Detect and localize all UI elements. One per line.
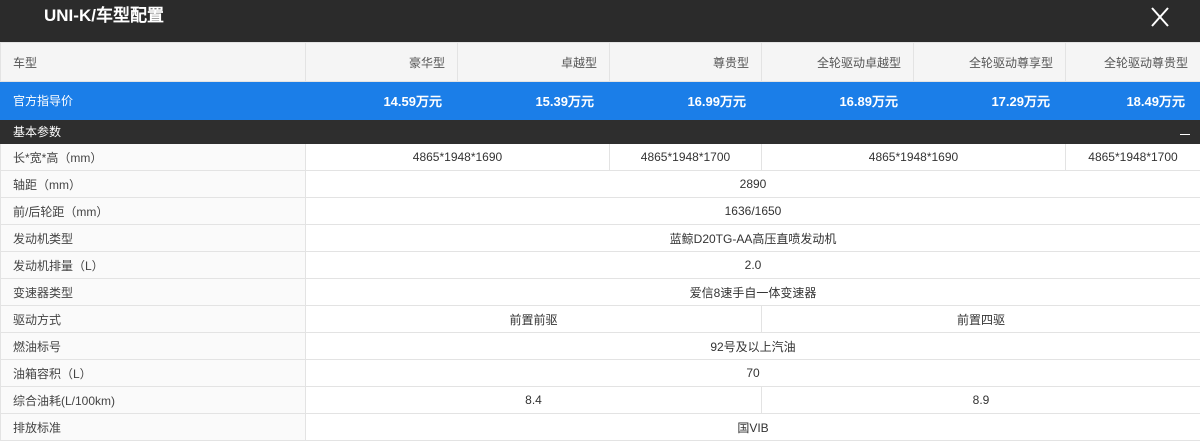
row-value-cell: 4865*1948*1700 — [609, 143, 762, 171]
price-cell: 16.89万元 — [761, 81, 914, 120]
row-label: 长*宽*高（mm） — [0, 143, 306, 171]
price-cell: 17.29万元 — [913, 81, 1066, 120]
row-label: 变速器类型 — [0, 278, 306, 306]
price-cell: 18.49万元 — [1065, 81, 1200, 120]
row-value-cell: 前置前驱 — [305, 305, 762, 333]
row-label: 发动机类型 — [0, 224, 306, 252]
price-label: 官方指导价 — [0, 81, 306, 120]
table-row: 长*宽*高（mm） 4865*1948*1690 4865*1948*1700 486… — [0, 143, 1200, 171]
row-value-cell: 1636/1650 — [305, 197, 1200, 225]
table-row: 轴距（mm） 2890 — [0, 170, 1200, 198]
trim-header-cell: 卓越型 — [457, 42, 610, 82]
trim-header-cell: 全轮驱动尊贵型 — [1065, 42, 1200, 82]
row-value-cell: 92号及以上汽油 — [305, 332, 1200, 360]
price-cell: 16.99万元 — [609, 81, 762, 120]
trim-header-cell: 全轮驱动卓越型 — [761, 42, 914, 82]
table-row: 燃油标号 92号及以上汽油 — [0, 332, 1200, 360]
row-label: 油箱容积（L） — [0, 359, 306, 387]
row-value-cell: 2890 — [305, 170, 1200, 198]
table-row: 驱动方式 前置前驱 前置四驱 — [0, 305, 1200, 333]
collapse-icon[interactable] — [1180, 134, 1190, 135]
table-row: 变速器类型 爱信8速手自一体变速器 — [0, 278, 1200, 306]
header-label: 车型 — [0, 42, 306, 82]
row-value-cell: 国VIB — [305, 413, 1200, 441]
row-value-cell: 蓝鲸D20TG-AA高压直喷发动机 — [305, 224, 1200, 252]
section-title: 基本参数 — [13, 125, 62, 139]
table-row: 综合油耗(L/100km) 8.4 8.9 — [0, 386, 1200, 414]
row-value-cell: 4865*1948*1690 — [305, 143, 610, 171]
row-label: 综合油耗(L/100km) — [0, 386, 306, 414]
page-title: UNI-K/车型配置 — [44, 6, 164, 25]
table-row: 发动机类型 蓝鲸D20TG-AA高压直喷发动机 — [0, 224, 1200, 252]
price-cell: 14.59万元 — [305, 81, 458, 120]
row-label: 驱动方式 — [0, 305, 306, 333]
section-basic-params: 基本参数 — [0, 119, 1200, 144]
spec-table: 车型 豪华型 卓越型 尊贵型 全轮驱动卓越型 全轮驱动尊享型 全轮驱动尊贵型 官方指导价 … — [0, 42, 1200, 441]
row-label: 发动机排量（L） — [0, 251, 306, 279]
price-row: 官方指导价 14.59万元 15.39万元 16.99万元 16.89万元 17.29万… — [0, 81, 1200, 120]
row-label: 轴距（mm） — [0, 170, 306, 198]
trim-header-cell: 全轮驱动尊享型 — [913, 42, 1066, 82]
price-cell: 15.39万元 — [457, 81, 610, 120]
table-row: 前/后轮距（mm） 1636/1650 — [0, 197, 1200, 225]
row-value-cell: 4865*1948*1690 — [761, 143, 1066, 171]
close-icon[interactable] — [1146, 4, 1174, 30]
title-bar: UNI-K/车型配置 — [0, 0, 1200, 42]
row-value-cell: 4865*1948*1700 — [1065, 143, 1200, 171]
row-label: 前/后轮距（mm） — [0, 197, 306, 225]
row-value-cell: 2.0 — [305, 251, 1200, 279]
table-row: 发动机排量（L） 2.0 — [0, 251, 1200, 279]
row-value-cell: 8.9 — [761, 386, 1200, 414]
table-row: 排放标准 国VIB — [0, 413, 1200, 441]
trim-header-cell: 尊贵型 — [609, 42, 762, 82]
trim-header-row: 车型 豪华型 卓越型 尊贵型 全轮驱动卓越型 全轮驱动尊享型 全轮驱动尊贵型 — [0, 42, 1200, 82]
row-value-cell: 70 — [305, 359, 1200, 387]
table-row: 油箱容积（L） 70 — [0, 359, 1200, 387]
row-value-cell: 前置四驱 — [761, 305, 1200, 333]
row-label: 燃油标号 — [0, 332, 306, 360]
row-label: 排放标准 — [0, 413, 306, 441]
row-value-cell: 爱信8速手自一体变速器 — [305, 278, 1200, 306]
row-value-cell: 8.4 — [305, 386, 762, 414]
trim-header-cell: 豪华型 — [305, 42, 458, 82]
